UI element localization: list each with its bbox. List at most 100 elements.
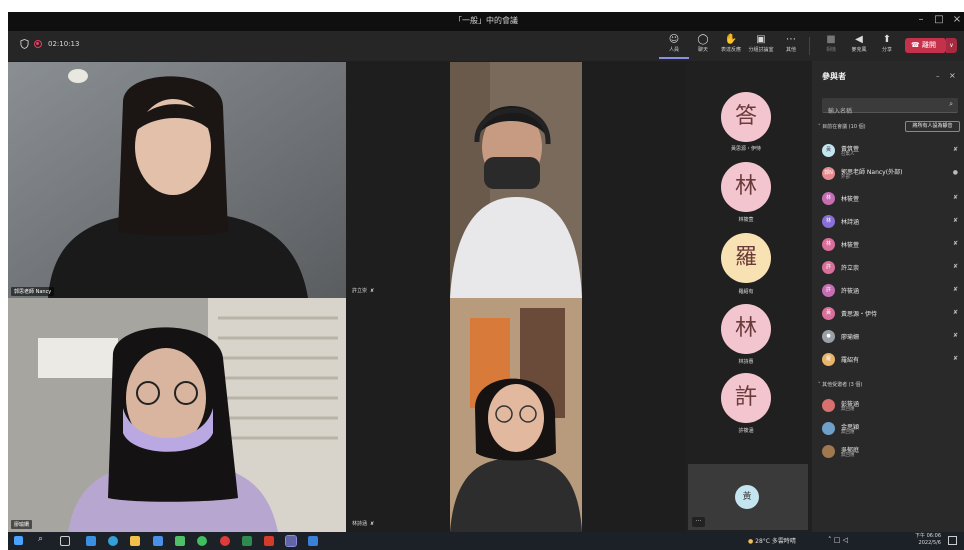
windows-start-icon[interactable]	[14, 536, 23, 545]
weather-widget[interactable]: ● 28°C 多雲時晴	[748, 536, 796, 545]
participant-name: 許立崇	[352, 288, 368, 294]
shield-icon	[20, 39, 29, 49]
mute-all-button[interactable]: 將所有人設為靜音	[905, 121, 960, 132]
title-bar: 「一般」中的會議 – □ ×	[8, 12, 964, 31]
video-tile-lin[interactable]: 林詩涵 ✘	[346, 298, 686, 532]
mic-label: 麥克風	[851, 47, 867, 53]
invitee-row[interactable]: 金思穎 無回應	[822, 420, 962, 438]
mic-muted-icon: ✘	[370, 521, 375, 527]
share-icon: ⬆	[882, 34, 892, 45]
close-button[interactable]: ×	[948, 14, 964, 25]
task-view-icon[interactable]	[60, 536, 70, 546]
browser-icon[interactable]	[108, 536, 118, 546]
participant-row[interactable]: 黃 黃筑萱 召集人 ✘	[822, 142, 962, 160]
people-button[interactable]: ☺ 人員	[659, 33, 689, 59]
chat-icon: ◯	[697, 34, 709, 45]
minimize-button[interactable]: –	[912, 14, 930, 25]
participant-avatar: 許	[822, 261, 835, 274]
maximize-button[interactable]: □	[930, 14, 948, 25]
participant-avatar: ●	[822, 330, 835, 343]
participant-name: 許立崇	[841, 265, 860, 272]
video-tile-nancy[interactable]: 郭思老師 Nancy	[8, 62, 346, 298]
word-icon[interactable]	[308, 536, 318, 546]
acrobat-icon[interactable]	[264, 536, 274, 546]
more-button[interactable]: ⋯ 其他	[776, 33, 806, 59]
video-tile-liao[interactable]: 廖瑜姍	[8, 298, 346, 532]
reactions-button[interactable]: ✋ 表達反應	[716, 33, 746, 59]
participant-row[interactable]: 羅 羅紹有 ✘	[822, 351, 962, 369]
rooms-label: 分組討論室	[748, 47, 774, 53]
participant-row[interactable]: 許 許立崇 ✘	[822, 259, 962, 277]
hand-icon: ✋	[724, 34, 738, 45]
panel-minimize-icon[interactable]: –	[936, 72, 940, 80]
app-icon[interactable]	[220, 536, 230, 546]
avatar-tile[interactable]: 羅	[721, 233, 771, 283]
avatar-name: 羅紹有	[738, 289, 754, 295]
self-avatar: 黃	[735, 485, 759, 509]
chat-button[interactable]: ◯ 聊天	[688, 33, 718, 59]
recording-icon	[34, 40, 42, 48]
participant-avatar: 許	[822, 284, 835, 297]
avatar-name: 林詩惠	[738, 359, 754, 365]
teams-icon[interactable]	[285, 535, 297, 547]
participant-search-input[interactable]	[822, 104, 932, 119]
breakout-rooms-button[interactable]: ▣ 分組討論室	[746, 33, 776, 59]
invitee-avatar	[822, 445, 835, 458]
participant-name: 林詩涵	[841, 219, 860, 226]
file-explorer-icon[interactable]	[130, 536, 140, 546]
avatar-tile[interactable]: 許	[721, 373, 771, 423]
in-meeting-header[interactable]: ˅ 目前在會議 (10 個)	[818, 123, 866, 130]
avatar-tile[interactable]: 答	[721, 92, 771, 142]
mic-icon: ●	[952, 169, 958, 176]
line-icon[interactable]	[197, 536, 207, 546]
avatar-tile[interactable]: 林	[721, 304, 771, 354]
leave-button[interactable]: ☎ 離開	[905, 38, 946, 53]
self-view[interactable]: 黃 ···	[688, 464, 808, 530]
participant-row[interactable]: ● 廖瑜姍 ✘	[822, 328, 962, 346]
invitee-row[interactable]: 彭筱涵 無回應	[822, 397, 962, 415]
participant-avatar: 黃	[822, 144, 835, 157]
share-button[interactable]: ⬆ 分享	[872, 33, 902, 59]
participant-name: 郭思老師 Nancy(外部)	[841, 169, 903, 176]
participant-row[interactable]: 林 林詩涵 ✘	[822, 213, 962, 231]
self-view-options[interactable]: ···	[692, 517, 705, 527]
avatar-tile[interactable]: 林	[721, 162, 771, 212]
leave-dropdown[interactable]: ∨	[946, 38, 957, 53]
participant-avatar: 羅	[822, 353, 835, 366]
search-icon[interactable]: ⌕	[949, 100, 953, 109]
participant-row[interactable]: 郭N 郭思老師 Nancy(外部) 外部 ●	[822, 165, 962, 183]
participant-row[interactable]: 黃 黃思源・伊恃 ✘	[822, 305, 962, 323]
clock-date: 2022/5/6	[918, 540, 941, 546]
notification-icon[interactable]	[948, 536, 957, 545]
participant-row[interactable]: 許 許筱涵 ✘	[822, 282, 962, 300]
participant-name: 林詩涵	[352, 521, 368, 527]
panel-close-icon[interactable]: ×	[949, 71, 956, 80]
invitee-row[interactable]: 吳郁庭 無回應	[822, 443, 962, 461]
participant-row[interactable]: 林 林筱萱 ✘	[822, 190, 962, 208]
window-title: 「一般」中的會議	[454, 16, 518, 25]
mic-muted-icon: ✘	[952, 240, 958, 247]
participant-avatar: 林	[822, 238, 835, 251]
participant-row[interactable]: 林 林筱萱 ✘	[822, 236, 962, 254]
system-tray-icons[interactable]: ˄ □ ◁	[828, 536, 848, 544]
reactions-label: 表達反應	[720, 47, 741, 53]
avatar-name: 林筱萱	[738, 217, 754, 223]
chrome-icon[interactable]	[175, 536, 185, 546]
edge-icon[interactable]	[86, 536, 96, 546]
mic-button[interactable]: ◀ 麥克風	[844, 33, 874, 59]
mic-muted-icon: ✘	[952, 217, 958, 224]
meeting-toolbar: 02:10:13 ☺ 人員 ◯ 聊天 ✋ 表達反應 ▣ 分組討論室 ⋯ 其他 ■…	[8, 31, 964, 61]
excel-icon[interactable]	[242, 536, 252, 546]
mic-muted-icon: ✘	[952, 332, 958, 339]
store-icon[interactable]	[153, 536, 163, 546]
windows-taskbar: ⌕ ● 28°C 多雲時晴 ˄ □ ◁ 下午 06:06 2022/5/6	[8, 532, 964, 550]
camera-button[interactable]: ■ 相機	[816, 33, 846, 59]
video-tile-xu[interactable]: 許立崇 ✘	[346, 62, 686, 298]
others-header[interactable]: ˅ 其他受邀者 (3 個)	[818, 381, 862, 388]
clock[interactable]: 下午 06:06 2022/5/6	[911, 533, 941, 547]
search-icon[interactable]: ⌕	[38, 534, 43, 544]
people-label: 人員	[668, 47, 679, 53]
volume-icon: ◁	[842, 536, 848, 544]
invitee-avatar	[822, 422, 835, 435]
mic-muted-icon: ✘	[952, 146, 958, 153]
